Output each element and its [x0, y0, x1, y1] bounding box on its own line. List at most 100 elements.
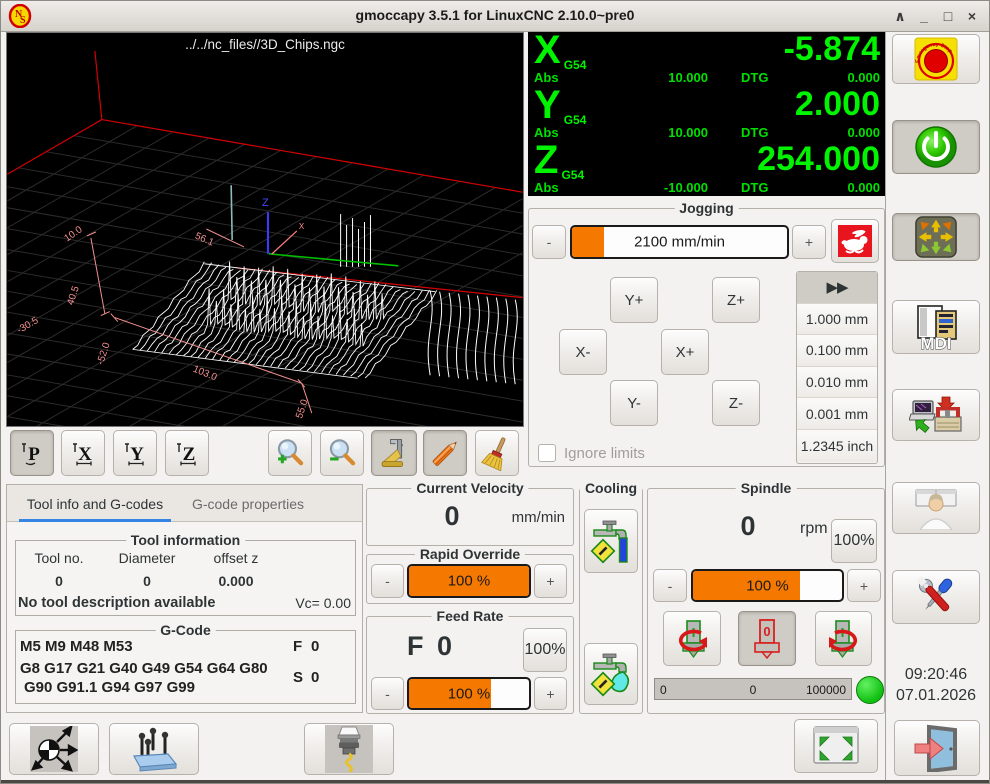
mdi-icon: MDI	[908, 303, 964, 351]
spindle-minus-button[interactable]: -	[653, 569, 687, 602]
jog-speed-slider[interactable]: 2100 mm/min	[570, 225, 789, 259]
ignore-limits-label: Ignore limits	[564, 445, 645, 462]
user-settings-button[interactable]	[892, 482, 980, 534]
view-z-button[interactable]: Z	[165, 430, 209, 476]
spindle-left-button[interactable]: I	[663, 611, 721, 666]
jog-z-minus-button[interactable]: Z-	[712, 380, 760, 426]
view-perspective-button[interactable]: P	[10, 430, 54, 476]
fullscreen-button[interactable]	[794, 719, 878, 773]
dro-axis-value: 2.000	[795, 85, 880, 124]
mist-coolant-button[interactable]	[584, 643, 638, 705]
rapid-override-slider[interactable]: 100 %	[407, 564, 531, 598]
perspective-view-icon: P	[19, 440, 45, 466]
settings-button[interactable]	[892, 570, 980, 624]
jog-speed-minus-button[interactable]: -	[532, 225, 566, 259]
jog-speed-plus-button[interactable]: +	[792, 225, 826, 259]
spindle-cw-icon: I	[821, 617, 867, 661]
current-velocity-unit: mm/min	[512, 509, 565, 526]
shade-button[interactable]: ∧	[889, 6, 911, 26]
zoom-in-icon	[273, 436, 307, 470]
jog-x-plus-button[interactable]: X+	[661, 329, 709, 375]
increment-item[interactable]: 1.000 mm	[797, 304, 877, 336]
view-x-button[interactable]: X	[61, 430, 105, 476]
increment-continuous[interactable]: ▶▶	[797, 272, 877, 304]
maximize-button[interactable]: □	[937, 6, 959, 26]
tab-gcode-properties[interactable]: G-code properties	[179, 489, 317, 519]
feed-plus-button[interactable]: +	[534, 677, 567, 710]
power-icon	[913, 124, 959, 170]
close-button[interactable]: ×	[961, 6, 983, 26]
tool-no-header: Tool no.	[24, 550, 94, 566]
svg-text:56.1: 56.1	[193, 231, 216, 249]
gremlin-preview[interactable]: 10.0 40.5 -30.5 -52.0 103.0 55.0 56.1 Z …	[6, 32, 524, 427]
zoom-out-button[interactable]	[320, 430, 364, 476]
mode-manual-button[interactable]	[892, 213, 980, 261]
dro-panel[interactable]: XG54 -5.874 Abs10.000 DTG0.000 YG54 2.00…	[528, 32, 885, 196]
abs-value: -10.000	[623, 180, 708, 195]
dtg-label: DTG	[741, 70, 768, 85]
svg-text:103.0: 103.0	[191, 364, 219, 384]
feed-override-slider[interactable]: 100 %	[407, 677, 531, 710]
increment-item[interactable]: 0.010 mm	[797, 367, 877, 399]
window-bottom-edge	[1, 780, 989, 783]
f-word-value: 0	[311, 638, 319, 655]
abs-value: 10.000	[623, 70, 708, 85]
turtle-rabbit-toggle-button[interactable]	[831, 219, 879, 263]
estop-button[interactable]: Emergency-Stop	[892, 34, 980, 84]
f-word-label: F	[293, 638, 302, 655]
origin-axes: Z X	[231, 185, 398, 266]
spindle-at-speed-indicator	[856, 676, 884, 704]
feed-reset-button[interactable]: 100%	[523, 628, 567, 672]
draw-dimensions-button[interactable]	[423, 430, 467, 476]
minimize-button[interactable]: _	[913, 6, 935, 26]
spindle-plus-button[interactable]: +	[847, 569, 881, 602]
feed-override-value: 100 %	[409, 685, 529, 702]
jog-y-minus-button[interactable]: Y-	[610, 380, 658, 426]
feed-minus-button[interactable]: -	[371, 677, 404, 710]
touch-off-button[interactable]	[9, 723, 99, 775]
zero-origin-icon	[30, 726, 78, 772]
jog-y-plus-button[interactable]: Y+	[610, 277, 658, 323]
svg-text:Z: Z	[183, 444, 196, 465]
machine-on-button[interactable]	[892, 120, 980, 174]
svg-text:-52.0: -52.0	[95, 341, 113, 366]
tab-tool-info[interactable]: Tool info and G-codes	[15, 489, 175, 519]
spindle-override-slider[interactable]: 100 %	[691, 569, 844, 602]
mode-auto-button[interactable]	[892, 389, 980, 441]
jog-z-plus-button[interactable]: Z+	[712, 277, 760, 323]
tool-dimensions-button[interactable]	[371, 430, 417, 476]
increment-item[interactable]: 0.100 mm	[797, 335, 877, 367]
z-axis-label: Z	[262, 197, 269, 209]
emergency-stop-icon: Emergency-Stop	[914, 37, 958, 81]
spindle-right-button[interactable]: I	[815, 611, 872, 666]
spindle-stop-button[interactable]: 0	[738, 611, 796, 666]
svg-text:X: X	[78, 444, 92, 465]
gcode-frame: G-Code M5 M9 M48 M53 G8 G17 G21 G40 G49 …	[15, 630, 356, 704]
ignore-limits-checkbox[interactable]	[538, 444, 556, 462]
rapid-minus-button[interactable]: -	[371, 564, 404, 598]
jog-increment-list: ▶▶ 1.000 mm 0.100 mm 0.010 mm 0.001 mm 1…	[796, 271, 878, 464]
exit-door-icon	[913, 724, 961, 772]
flood-coolant-button[interactable]	[584, 509, 638, 573]
svg-text:Y: Y	[130, 444, 144, 465]
active-mcodes: M5 M9 M48 M53	[20, 638, 133, 655]
tool-change-button[interactable]	[304, 723, 394, 775]
flood-coolant-icon	[590, 518, 632, 564]
view-y-button[interactable]: Y	[113, 430, 157, 476]
titlebar: N S gmoccapy 3.5.1 for LinuxCNC 2.10.0~p…	[1, 1, 989, 32]
spindle-power-bar: 0 0 100000	[654, 678, 852, 700]
clear-plot-button[interactable]	[475, 430, 519, 476]
spindle-reset-button[interactable]: 100%	[831, 519, 877, 563]
zoom-in-button[interactable]	[268, 430, 312, 476]
rapid-plus-button[interactable]: +	[534, 564, 567, 598]
zoom-out-icon	[325, 436, 359, 470]
jog-x-minus-button[interactable]: X-	[559, 329, 607, 375]
exit-button[interactable]	[894, 720, 980, 776]
increment-item[interactable]: 1.2345 inch	[797, 430, 877, 462]
touch-plate-button[interactable]	[109, 723, 199, 775]
mode-mdi-button[interactable]: MDI	[892, 300, 980, 354]
vc-value: Vc= 0.00	[295, 595, 351, 611]
diameter-value: 0	[108, 573, 186, 589]
increment-item[interactable]: 0.001 mm	[797, 398, 877, 430]
z-view-icon: Z	[174, 440, 200, 466]
